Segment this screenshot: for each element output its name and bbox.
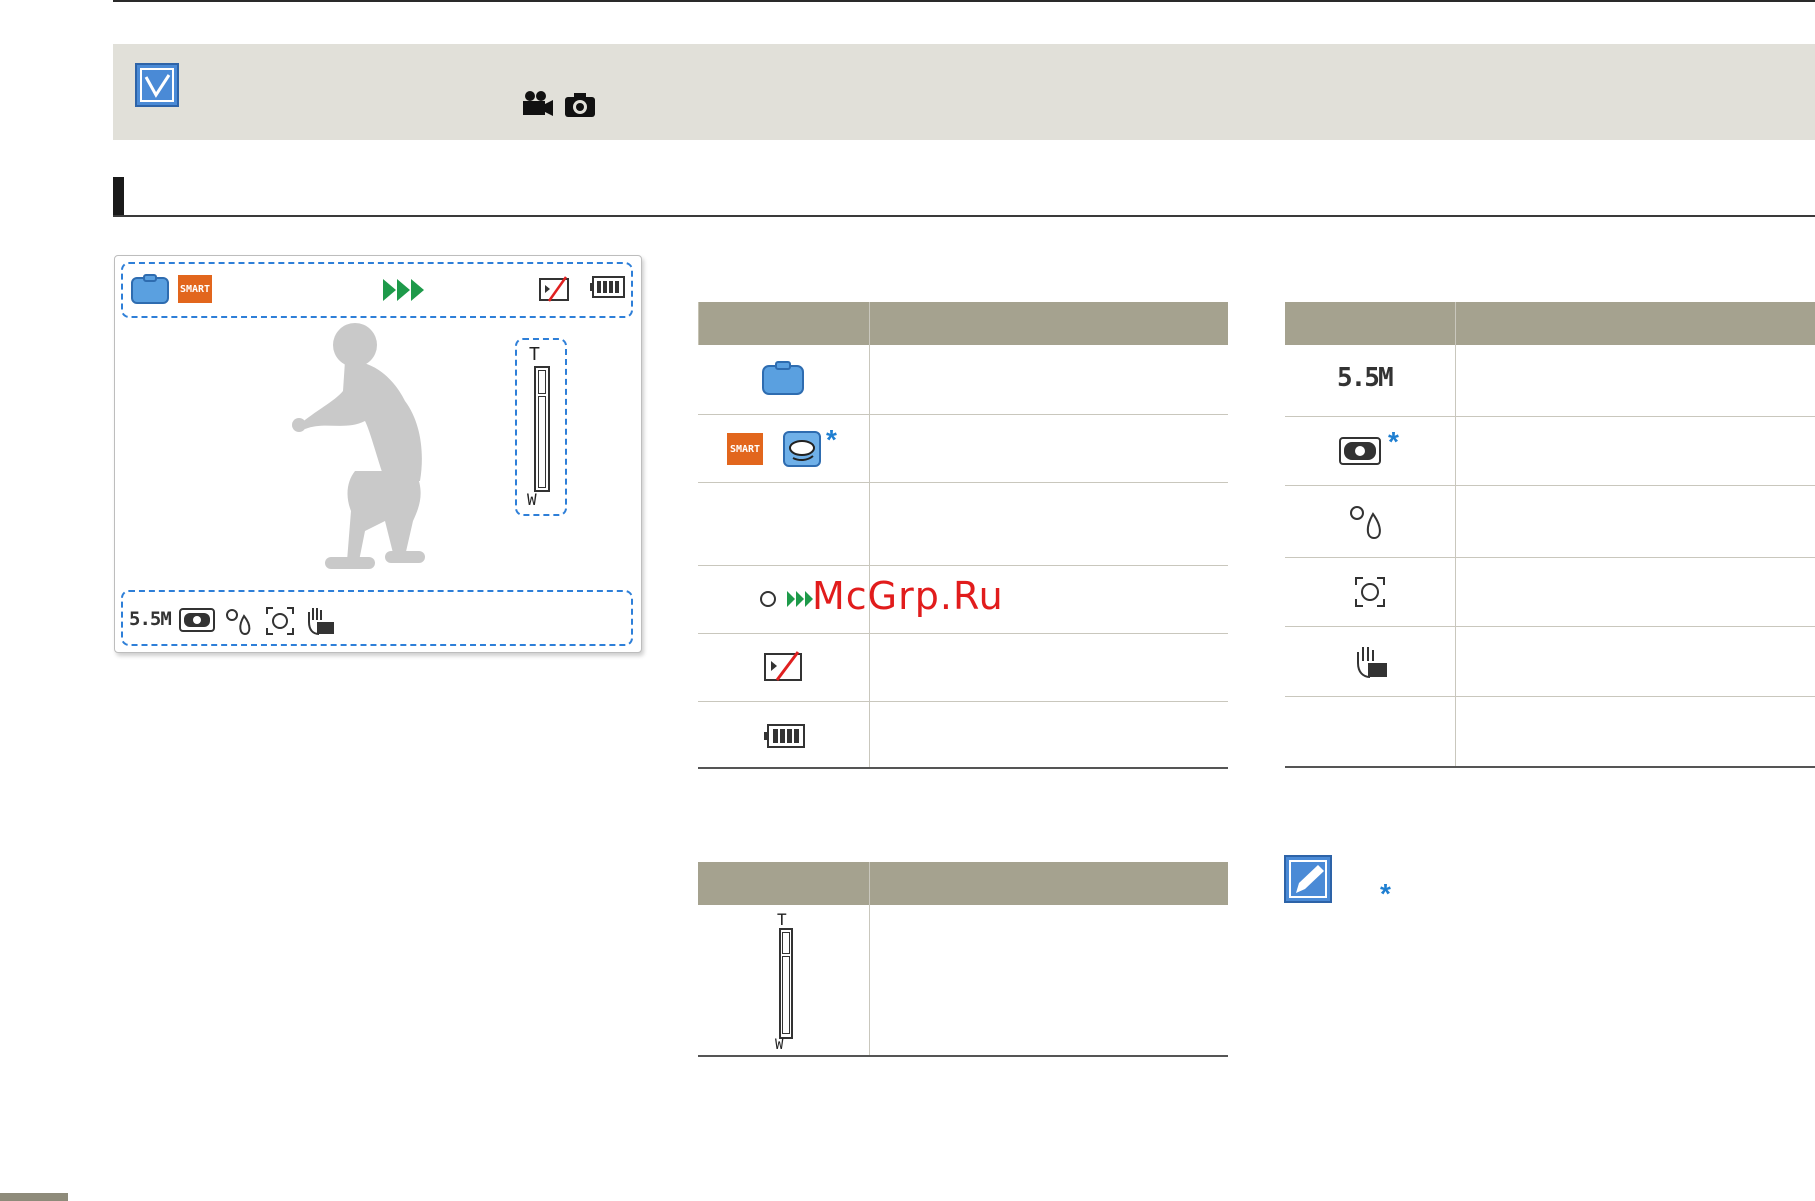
table1-bottom [698,767,1228,769]
anti-shake-icon [179,608,215,632]
mode-banner [113,44,1815,140]
table2-row-line [1285,626,1815,627]
fast-forward-icon [383,279,424,301]
table1-row-line [698,414,1228,415]
table3-bottom [698,1055,1228,1057]
table1-row-line [698,482,1228,483]
zoom-tele-label: T [529,344,540,365]
zoom-track [538,396,546,488]
zoom-thumb [538,370,546,394]
no-card-icon [539,276,569,302]
photo-camera-icon [565,93,595,117]
lcd-screen: SMART T W 5.5M [114,255,642,653]
smart-label: SMART [179,283,211,295]
back-light-icon [226,609,251,636]
face-detection-icon [1355,577,1385,607]
page-tab [0,1193,68,1201]
table1-header-divider [698,302,699,345]
table2-row-line [1285,557,1815,558]
footnote-star: * [1388,426,1399,457]
check-icon [135,63,179,107]
table1-row-line [698,633,1228,634]
zoom-wide-label: W [775,1037,784,1053]
zoom-track [782,956,790,1034]
zoom-bar [534,366,550,492]
table2-bottom [1285,766,1815,768]
face-detection-icon [266,607,294,635]
table1-row-line [698,701,1228,702]
zoom-thumb [782,932,790,954]
zoom-bar-icon [779,928,793,1039]
watermark: McGrp.Ru [812,574,1004,618]
table2-col-divider [1455,302,1456,768]
table2-row-line [1285,696,1815,697]
smart-auto-icon: SMART [727,433,763,465]
smart-label: SMART [729,443,761,455]
photo-mode-icon [762,361,804,395]
table1-row-line [698,565,1228,566]
video-camera-icon [523,91,553,116]
no-card-icon [764,651,802,681]
battery-icon [590,276,625,298]
section-marker [113,177,124,217]
table3-header [698,862,1228,905]
back-light-icon [1350,506,1381,540]
table2-row-line [1285,485,1815,486]
dis-hand-icon [1357,647,1387,678]
footnote-star: * [1380,878,1391,909]
zoom-wide-label: W [527,490,537,509]
table3-col-divider [869,862,870,1056]
anti-shake-icon [1339,437,1381,465]
underwater-mode-icon [783,431,821,467]
battery-icon [764,724,805,748]
table1-col-divider [869,302,870,768]
top-rule [113,0,1815,2]
table2-row-line [1285,416,1815,417]
note-icon [1284,855,1332,903]
fast-forward-icon [787,591,813,607]
table1-header [698,302,1228,345]
resolution-5-5m-icon: 5.5M [129,608,172,630]
section-rule [113,215,1815,217]
photo-mode-icon [131,274,169,304]
skater-silhouette [292,323,425,569]
table2-header [1285,302,1815,345]
dis-hand-icon [308,608,334,635]
footnote-star: * [826,424,837,455]
circle-icon [760,591,776,607]
resolution-5-5m-icon: 5.5M [1337,363,1394,393]
zoom-tele-label: T [777,910,787,929]
smart-auto-icon: SMART [178,275,212,303]
